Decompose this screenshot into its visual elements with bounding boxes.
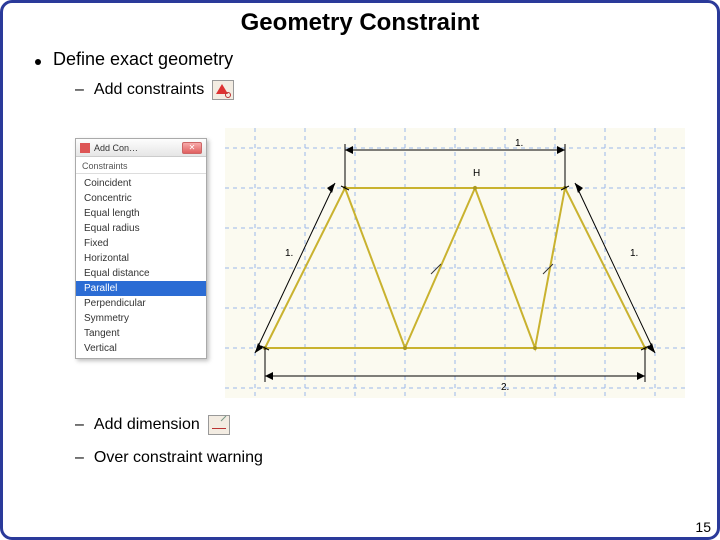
bullet-sub2-text: Add dimension	[94, 416, 200, 434]
dialog-title: Add Con…	[94, 143, 182, 153]
bullet-level2-constraints: – Add constraints	[75, 80, 699, 100]
dialog-section-label: Constraints	[76, 157, 206, 173]
add-dimension-icon[interactable]	[208, 415, 230, 435]
dialog-close-button[interactable]: ✕	[182, 142, 202, 154]
parallel-marks	[431, 264, 553, 274]
constraint-item[interactable]: Symmetry	[76, 311, 206, 326]
dialog-app-icon	[80, 143, 90, 153]
constraint-item[interactable]: Equal distance	[76, 266, 206, 281]
constraint-item[interactable]: Vertical	[76, 341, 206, 356]
constraint-item[interactable]: Perpendicular	[76, 296, 206, 311]
add-constraint-icon[interactable]	[212, 80, 234, 100]
dialog-titlebar: Add Con… ✕	[76, 139, 206, 157]
lower-bullets: – Add dimension – Over constraint warnin…	[21, 405, 699, 467]
sketch-canvas: 1. H 2.	[225, 128, 685, 398]
grid	[225, 128, 685, 398]
bullet-level2-warning: – Over constraint warning	[75, 449, 699, 467]
constraint-item[interactable]: Equal radius	[76, 221, 206, 236]
constraint-list: CoincidentConcentricEqual lengthEqual ra…	[76, 173, 206, 358]
content-area: Define exact geometry – Add constraints	[3, 37, 717, 100]
bullet-level1: Define exact geometry	[21, 49, 699, 70]
bullet-level2-dimension: – Add dimension	[75, 415, 699, 435]
constraint-item[interactable]: Concentric	[76, 191, 206, 206]
dim-left-value: 1.	[285, 248, 293, 259]
dash-icon: –	[75, 416, 84, 434]
slide-title: Geometry Constraint	[3, 9, 717, 37]
horizontal-constraint-label: H	[473, 168, 480, 179]
dim-bottom-value: 2.	[501, 382, 509, 393]
dash-icon: –	[75, 81, 84, 99]
sketch-svg: 1. H 2.	[225, 128, 685, 398]
page-number: 15	[695, 519, 711, 535]
dash-icon: –	[75, 449, 84, 467]
constraint-item[interactable]: Coincident	[76, 176, 206, 191]
constraint-item[interactable]: Fixed	[76, 236, 206, 251]
bullet-main-text: Define exact geometry	[53, 49, 233, 70]
dim-right-value: 1.	[630, 248, 638, 259]
bullet-dot-icon	[35, 59, 41, 65]
bullet-sub3-text: Over constraint warning	[94, 449, 263, 467]
constraint-item[interactable]: Tangent	[76, 326, 206, 341]
dim-top-value: 1.	[515, 138, 523, 149]
figure-area: Add Con… ✕ Constraints CoincidentConcent…	[75, 128, 685, 398]
slide: Geometry Constraint Define exact geometr…	[0, 0, 720, 540]
bullet-sub1-text: Add constraints	[94, 81, 204, 99]
constraints-dialog: Add Con… ✕ Constraints CoincidentConcent…	[75, 138, 207, 359]
constraint-item[interactable]: Parallel	[76, 281, 206, 296]
constraint-item[interactable]: Equal length	[76, 206, 206, 221]
constraint-item[interactable]: Horizontal	[76, 251, 206, 266]
